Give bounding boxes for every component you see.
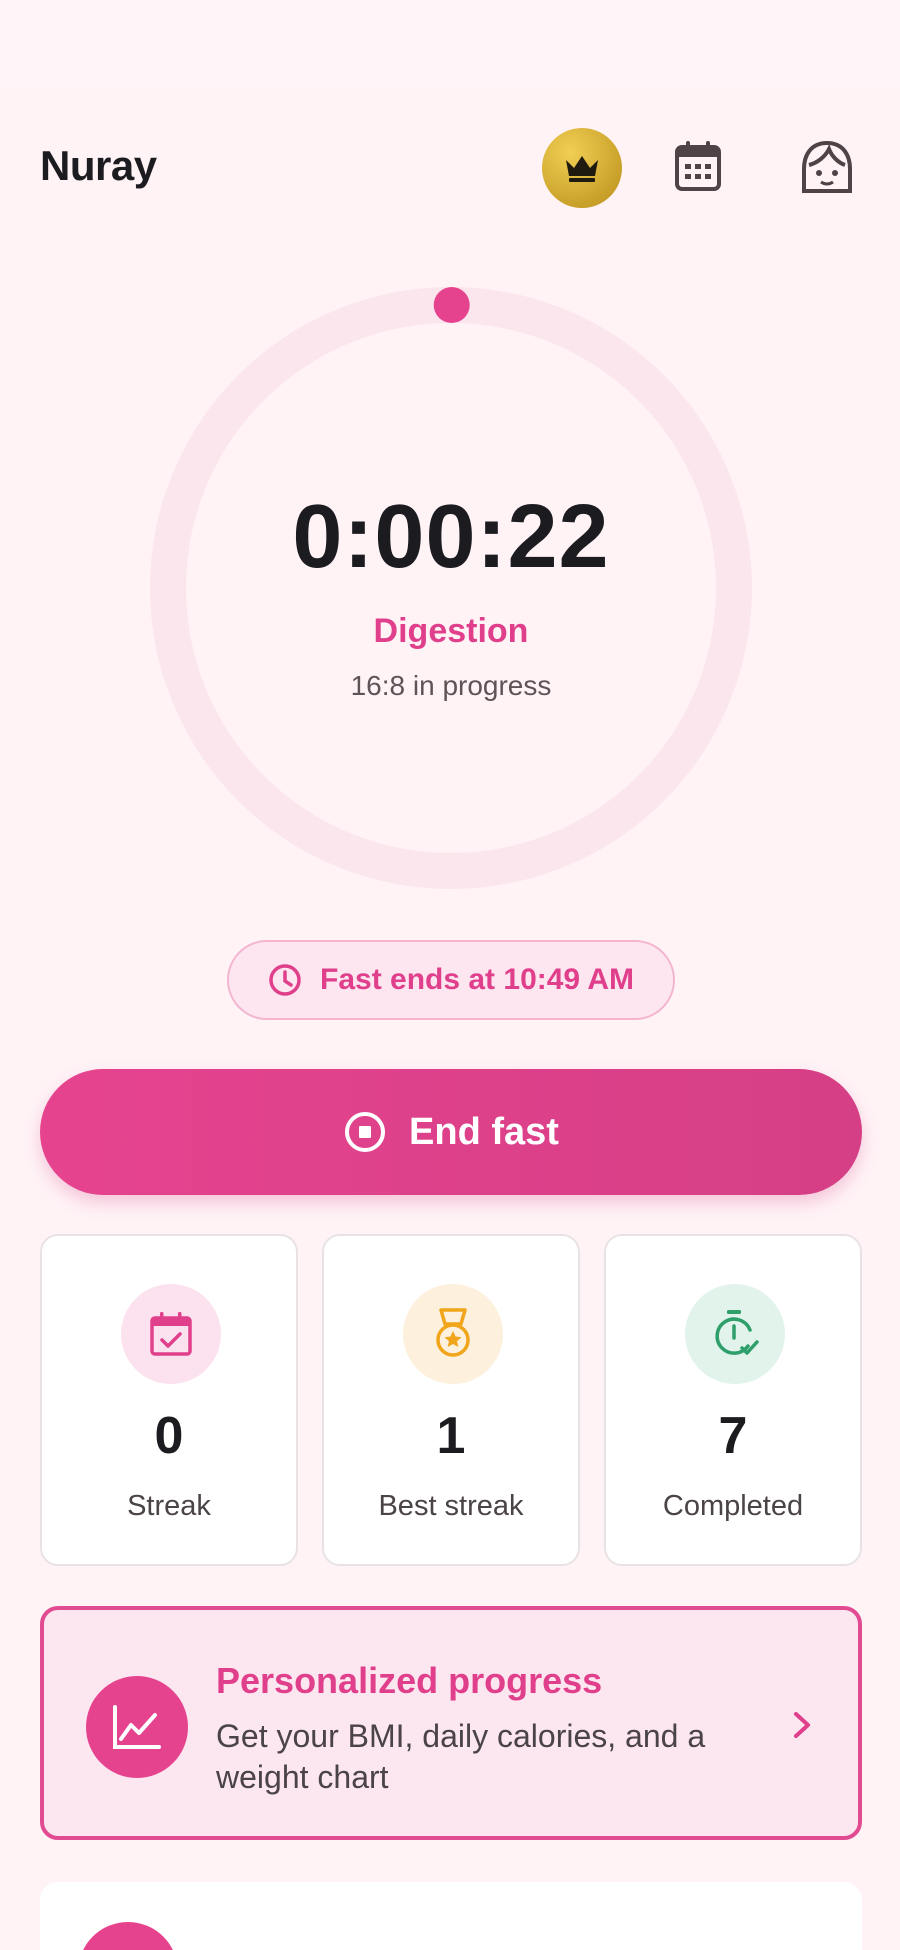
- status-bar-area: [0, 0, 900, 88]
- fasting-phase: Digestion: [373, 612, 529, 650]
- elapsed-timer: 0:00:22: [292, 487, 610, 587]
- best-streak-label: Best streak: [378, 1490, 524, 1522]
- completed-label: Completed: [662, 1490, 804, 1522]
- profile-button[interactable]: [796, 136, 858, 198]
- personalized-progress-card[interactable]: Personalized progress Get your BMI, dail…: [40, 1606, 862, 1840]
- fast-end-time-pill[interactable]: Fast ends at 10:49 AM: [227, 940, 675, 1020]
- promo-icon-badge: [86, 1676, 188, 1778]
- streak-icon-badge: [121, 1284, 221, 1384]
- medal-icon: [436, 1308, 470, 1357]
- end-fast-label: End fast: [409, 1110, 559, 1153]
- next-card-icon-badge: [78, 1922, 178, 1950]
- premium-button[interactable]: [542, 128, 622, 208]
- trend-chart-icon: [113, 1705, 161, 1749]
- crown-icon: [566, 156, 598, 182]
- calendar-icon: [675, 141, 721, 191]
- best-streak-value: 1: [436, 1407, 466, 1465]
- stop-circle-icon: [345, 1112, 386, 1152]
- progress-ring-indicator: [433, 287, 470, 323]
- promo-description: Get your BMI, daily calories, and a weig…: [216, 1718, 706, 1795]
- chevron-right-icon: [782, 1705, 822, 1745]
- fast-end-label: Fast ends at 10:49 AM: [320, 963, 634, 996]
- plan-status: 16:8 in progress: [350, 670, 552, 701]
- completed-card[interactable]: 7 Completed: [604, 1234, 862, 1566]
- streak-value: 0: [154, 1407, 184, 1465]
- app-title: Nuray: [40, 142, 157, 189]
- best-streak-icon-badge: [403, 1284, 503, 1384]
- promo-title: Personalized progress: [216, 1660, 603, 1701]
- face-avatar-icon: [802, 140, 852, 193]
- next-card[interactable]: [40, 1882, 862, 1950]
- best-streak-card[interactable]: 1 Best streak: [322, 1234, 580, 1566]
- stopwatch-check-icon: [715, 1310, 759, 1355]
- completed-icon-badge: [685, 1284, 785, 1384]
- streak-card[interactable]: 0 Streak: [40, 1234, 298, 1566]
- completed-value: 7: [718, 1407, 748, 1465]
- clock-icon: [269, 964, 301, 996]
- calendar-check-icon: [150, 1312, 192, 1356]
- end-fast-button[interactable]: End fast: [40, 1069, 862, 1195]
- streak-label: Streak: [127, 1490, 211, 1522]
- calendar-button[interactable]: [668, 136, 728, 196]
